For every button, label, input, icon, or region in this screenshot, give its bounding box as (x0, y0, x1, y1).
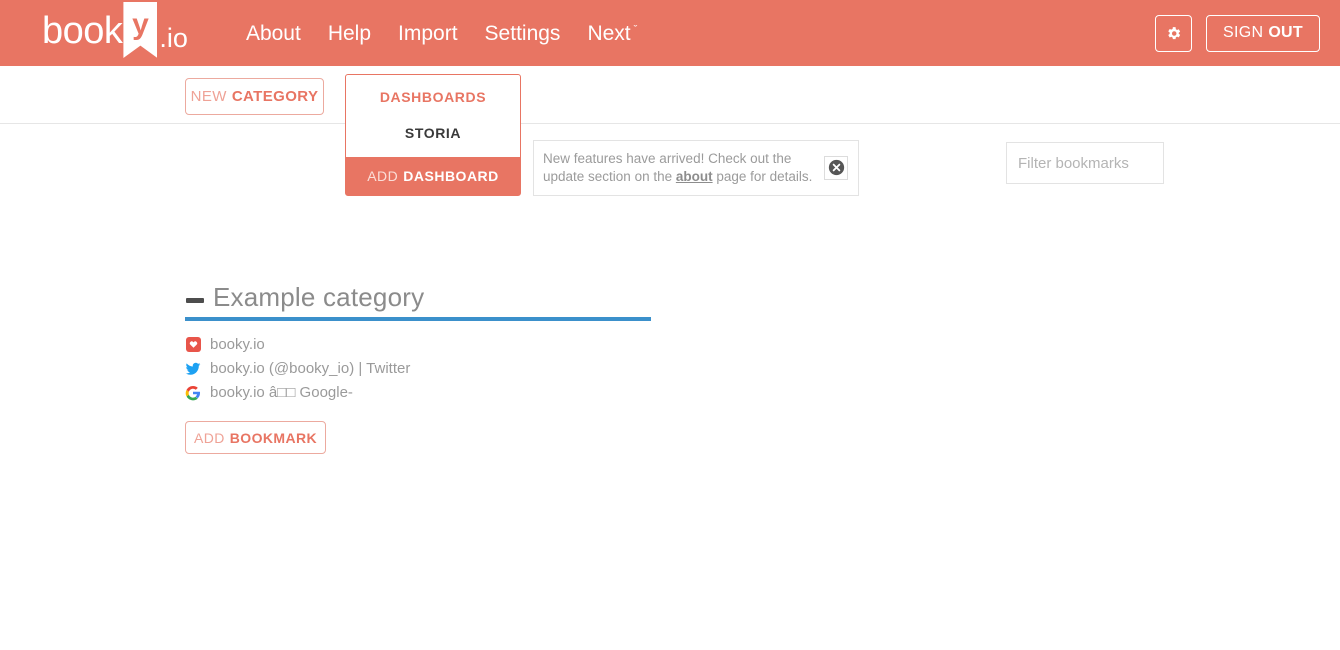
gear-icon (1168, 26, 1181, 39)
chevron-down-icon: ˇ (633, 23, 638, 36)
nav-label: About (245, 21, 301, 45)
notification-about-link[interactable]: about (676, 169, 713, 184)
booky-favicon (185, 337, 201, 353)
list-item[interactable]: booky.io (@booky_io) | Twitter (185, 357, 651, 381)
nav-label: Import (398, 21, 458, 45)
nav-label: Help (327, 21, 372, 45)
new-category-label-bold: CATEGORY (231, 88, 319, 105)
nav-item-about[interactable]: About (246, 19, 301, 48)
notification-text-after: page for details. (712, 168, 813, 184)
category-header: Example category (185, 283, 651, 321)
nav-item-import[interactable]: Import (398, 19, 458, 48)
new-category-label-light: NEW (190, 88, 227, 105)
twitter-bird-icon (185, 362, 201, 375)
bookmark-label[interactable]: booky.io (@booky_io) | Twitter (210, 361, 410, 376)
app-header: book y .io About Help Import Settings Ne… (0, 0, 1340, 66)
heart-icon (189, 341, 197, 348)
sign-out-label-bold: OUT (1268, 24, 1303, 41)
notification-banner: New features have arrived! Check out the… (533, 140, 859, 196)
dashboard-item-storia[interactable]: STORIA (346, 118, 520, 157)
nav-item-settings[interactable]: Settings (485, 19, 561, 48)
new-category-button[interactable]: NEW CATEGORY (185, 78, 324, 115)
nav-item-next[interactable]: Next ˇ (587, 19, 637, 48)
main-nav: About Help Import Settings Next ˇ (246, 19, 637, 48)
dashboards-dropdown: DASHBOARDS STORIA ADD DASHBOARD (345, 74, 521, 196)
toolbar: NEW CATEGORY DASHBOARDS STORIA ADD DASHB… (0, 66, 1340, 196)
logo[interactable]: book y .io (42, 0, 188, 66)
add-dashboard-button[interactable]: ADD DASHBOARD (346, 157, 520, 195)
close-circle-icon (828, 160, 844, 176)
nav-label: Settings (484, 21, 561, 45)
add-bookmark-label-light: ADD (194, 429, 225, 446)
minus-icon[interactable] (186, 297, 204, 303)
sign-out-button[interactable]: SIGN OUT (1205, 14, 1320, 52)
bookmark-ribbon-icon: y (123, 2, 158, 58)
logo-mark-letter: y (132, 8, 149, 41)
list-item[interactable]: booky.io â□□ Google- (185, 381, 651, 405)
add-dashboard-label-bold: DASHBOARD (403, 168, 499, 184)
bookmark-list: booky.io booky.io (@booky_io) | Twitter (185, 333, 651, 405)
add-bookmark-button[interactable]: ADD BOOKMARK (185, 421, 326, 454)
list-item[interactable]: booky.io (185, 333, 651, 357)
dashboards-dropdown-header[interactable]: DASHBOARDS (346, 75, 520, 118)
category-block: Example category booky.io booky.io (@boo… (185, 283, 651, 454)
notification-close-button[interactable] (824, 155, 848, 180)
header-actions: SIGN OUT (1154, 14, 1340, 52)
nav-item-help[interactable]: Help (328, 19, 371, 48)
nav-label: Next (587, 21, 631, 45)
page-title: Example category (213, 282, 425, 312)
bookmark-label[interactable]: booky.io (210, 337, 265, 352)
logo-suffix: .io (159, 22, 188, 53)
sign-out-label-light: SIGN (1222, 24, 1264, 41)
twitter-favicon (185, 361, 201, 377)
google-favicon (185, 385, 201, 401)
logo-text: book (42, 10, 123, 52)
add-bookmark-label-bold: BOOKMARK (229, 429, 317, 446)
bookmark-label[interactable]: booky.io â□□ Google- (210, 385, 353, 400)
add-dashboard-label-light: ADD (367, 168, 399, 184)
notification-text: New features have arrived! Check out the… (543, 150, 818, 186)
settings-button[interactable] (1154, 14, 1192, 52)
google-g-icon (185, 385, 201, 400)
